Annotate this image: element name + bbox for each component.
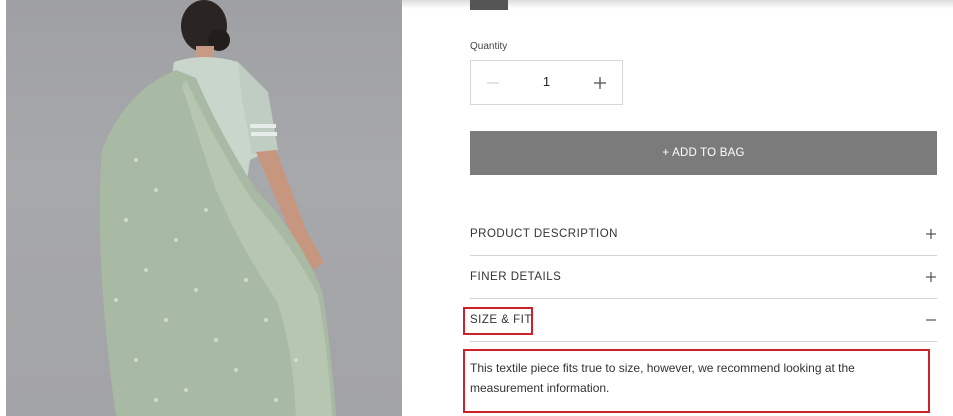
plus-icon [594, 76, 606, 89]
plus-icon [926, 229, 936, 239]
accordion-size-fit[interactable]: SIZE & FIT [470, 299, 937, 342]
quantity-stepper[interactable]: 1 [470, 60, 623, 105]
accordion-product-description[interactable]: PRODUCT DESCRIPTION [470, 213, 937, 256]
highlight-box-size-fit-content [463, 349, 930, 413]
add-to-bag-button[interactable]: + ADD TO BAG [470, 131, 937, 175]
selected-color-swatch[interactable] [470, 0, 508, 10]
plus-icon [926, 272, 936, 282]
accordion-title: PRODUCT DESCRIPTION [470, 228, 618, 240]
accordion-title: FINER DETAILS [470, 271, 562, 283]
accordion-finer-details[interactable]: FINER DETAILS [470, 256, 937, 299]
increase-quantity-button[interactable] [578, 61, 622, 104]
minus-icon [926, 319, 936, 321]
quantity-label: Quantity [470, 41, 508, 52]
product-image [6, 0, 402, 416]
highlight-box-size-fit-title [463, 307, 533, 335]
model-photo [99, 0, 336, 416]
